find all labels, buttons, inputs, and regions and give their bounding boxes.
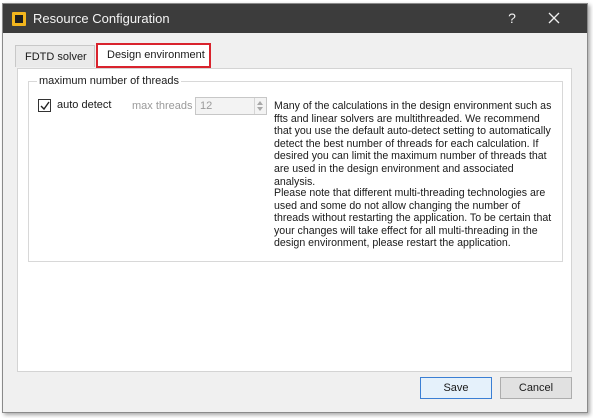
checkmark-icon — [40, 101, 50, 111]
app-logo-icon — [12, 12, 26, 26]
resource-configuration-dialog: Resource Configuration ? FDTD solver Des… — [2, 3, 588, 413]
max-threads-label: max threads — [132, 100, 193, 112]
tab-design-environment[interactable]: Design environment — [96, 43, 211, 68]
close-icon — [548, 12, 560, 24]
design-environment-panel: maximum number of threads auto detect ma… — [17, 68, 572, 372]
window-title: Resource Configuration — [33, 11, 170, 26]
threads-group-label: maximum number of threads — [37, 75, 181, 87]
max-threads-value: 12 — [200, 100, 213, 112]
max-threads-spinbox: 12 — [195, 97, 267, 115]
spin-arrows — [254, 98, 266, 114]
save-button[interactable]: Save — [420, 377, 492, 399]
tab-fdtd-solver[interactable]: FDTD solver — [15, 45, 95, 67]
cancel-button[interactable]: Cancel — [500, 377, 572, 399]
description-paragraph-1: Many of the calculations in the design e… — [274, 100, 552, 188]
description-paragraph-2: Please note that different multi-threadi… — [274, 187, 552, 250]
auto-detect-label[interactable]: auto detect — [57, 99, 111, 111]
auto-detect-checkbox[interactable] — [38, 99, 51, 112]
threads-groupbox: maximum number of threads auto detect ma… — [28, 75, 563, 262]
spin-down-icon — [257, 107, 263, 111]
close-button[interactable] — [537, 4, 571, 33]
title-bar: Resource Configuration ? — [3, 4, 587, 33]
help-button[interactable]: ? — [495, 4, 529, 33]
spin-up-icon — [257, 101, 263, 105]
